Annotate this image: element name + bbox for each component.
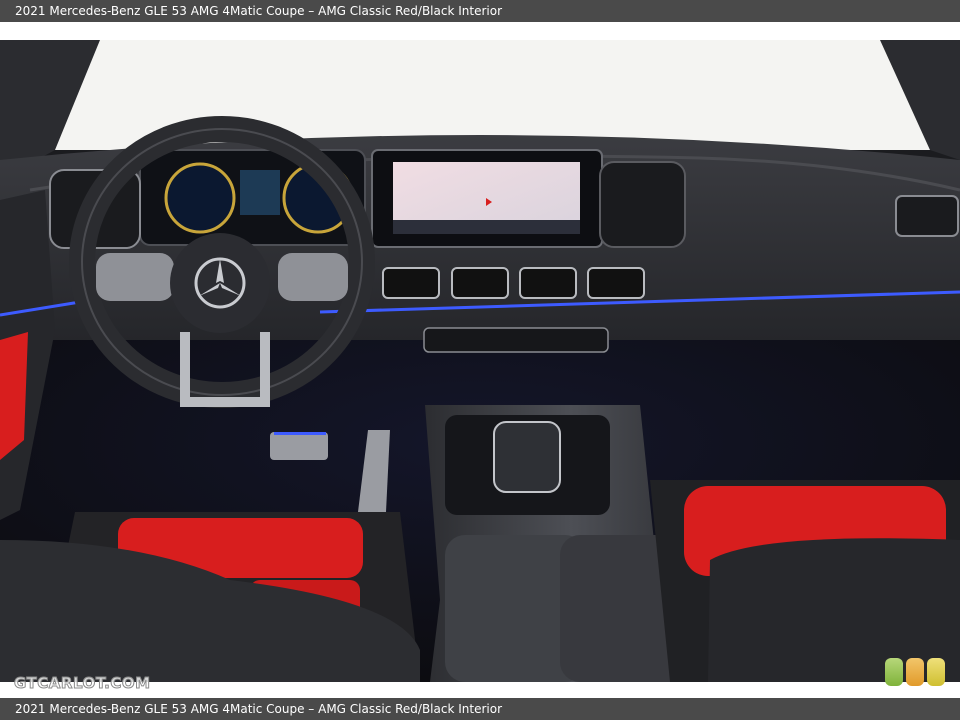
watermark: GTCARLOT.COM bbox=[14, 674, 151, 693]
three-color-dots-icon bbox=[885, 658, 945, 688]
caption-top: 2021 Mercedes-Benz GLE 53 AMG 4Matic Cou… bbox=[0, 0, 960, 22]
interior-photo bbox=[0, 40, 960, 682]
touchpad-controller bbox=[493, 421, 561, 493]
climate-controls bbox=[423, 327, 609, 353]
caption-bottom: 2021 Mercedes-Benz GLE 53 AMG 4Matic Cou… bbox=[0, 698, 960, 720]
